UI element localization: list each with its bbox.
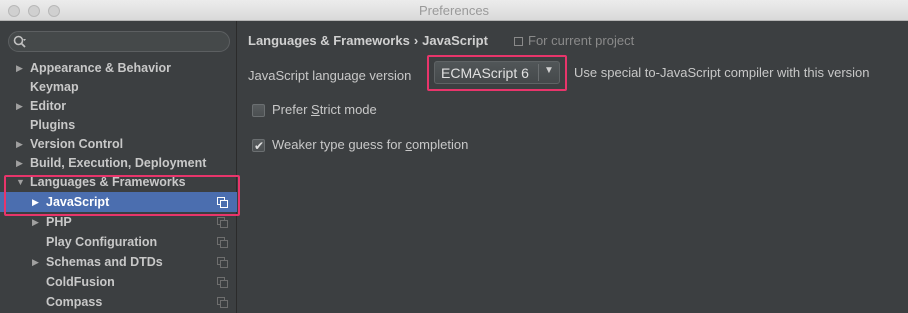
project-scope-icon	[217, 257, 228, 268]
project-scope-icon	[217, 197, 228, 208]
window-title: Preferences	[418, 3, 490, 18]
project-scope-icon	[217, 237, 228, 248]
breadcrumb-separator: ›	[413, 33, 419, 48]
expand-arrow-icon[interactable]: ▶	[16, 154, 23, 173]
sidebar-item-keymap[interactable]: Keymap	[0, 78, 237, 97]
title-bar: Preferences	[0, 0, 908, 21]
breadcrumb-current: JavaScript	[422, 33, 488, 48]
prefer-strict-mode-checkbox[interactable]	[252, 104, 265, 117]
sidebar-item-appearance-behavior[interactable]: ▶ Appearance & Behavior	[0, 59, 237, 78]
compiler-hint: Use special to-JavaScript compiler with …	[574, 65, 870, 80]
settings-tree: ▶ Appearance & Behavior Keymap ▶ Editor …	[0, 59, 237, 312]
expand-arrow-icon[interactable]: ▶	[32, 212, 39, 232]
sidebar-item-compass[interactable]: Compass	[0, 292, 237, 312]
sidebar-item-build-execution-deployment[interactable]: ▶ Build, Execution, Deployment	[0, 154, 237, 173]
project-scope-icon	[217, 297, 228, 308]
weaker-type-guess-label: Weaker type guess for completion	[272, 137, 469, 152]
settings-panel: Languages & Frameworks › JavaScript For cu…	[238, 21, 908, 313]
sidebar-item-plugins[interactable]: Plugins	[0, 116, 237, 135]
collapse-arrow-icon[interactable]: ▼	[16, 173, 25, 192]
expand-arrow-icon[interactable]: ▶	[32, 192, 39, 212]
checkmark-icon: ✔	[254, 139, 265, 153]
expand-arrow-icon[interactable]: ▶	[16, 97, 23, 116]
select-divider	[538, 64, 539, 81]
language-version-label: JavaScript language version	[248, 68, 412, 83]
project-scope-icon	[217, 217, 228, 228]
chevron-down-icon[interactable]: ▼	[544, 65, 554, 76]
expand-arrow-icon[interactable]: ▶	[16, 59, 23, 78]
settings-sidebar: ▶ Appearance & Behavior Keymap ▶ Editor …	[0, 21, 237, 313]
search-icon	[13, 35, 26, 48]
breadcrumb-parent: Languages & Frameworks	[248, 33, 410, 48]
sidebar-item-schemas-dtds[interactable]: ▶ Schemas and DTDs	[0, 252, 237, 272]
prefer-strict-mode-label: Prefer Strict mode	[272, 102, 377, 117]
scope-indicator: For current project	[514, 33, 634, 48]
scope-label: For current project	[528, 33, 635, 48]
expand-arrow-icon[interactable]: ▶	[16, 135, 23, 154]
sidebar-item-languages-frameworks[interactable]: ▼ Languages & Frameworks	[0, 173, 237, 192]
sidebar-item-editor[interactable]: ▶ Editor	[0, 97, 237, 116]
language-version-value: ECMAScript 6	[441, 65, 529, 81]
breadcrumb: Languages & Frameworks › JavaScript	[248, 33, 488, 48]
expand-arrow-icon[interactable]: ▶	[32, 252, 39, 272]
sidebar-item-version-control[interactable]: ▶ Version Control	[0, 135, 237, 154]
sidebar-item-php[interactable]: ▶ PHP	[0, 212, 237, 232]
sidebar-item-play-configuration[interactable]: Play Configuration	[0, 232, 237, 252]
sidebar-item-javascript[interactable]: ▶ JavaScript	[0, 192, 237, 212]
weaker-type-guess-checkbox[interactable]: ✔	[252, 139, 265, 153]
project-scope-icon	[217, 277, 228, 288]
sidebar-item-coldfusion[interactable]: ColdFusion	[0, 272, 237, 292]
project-scope-icon	[514, 37, 523, 46]
search-input[interactable]	[8, 31, 230, 52]
language-version-select[interactable]: ECMAScript 6 ▼	[434, 61, 560, 84]
